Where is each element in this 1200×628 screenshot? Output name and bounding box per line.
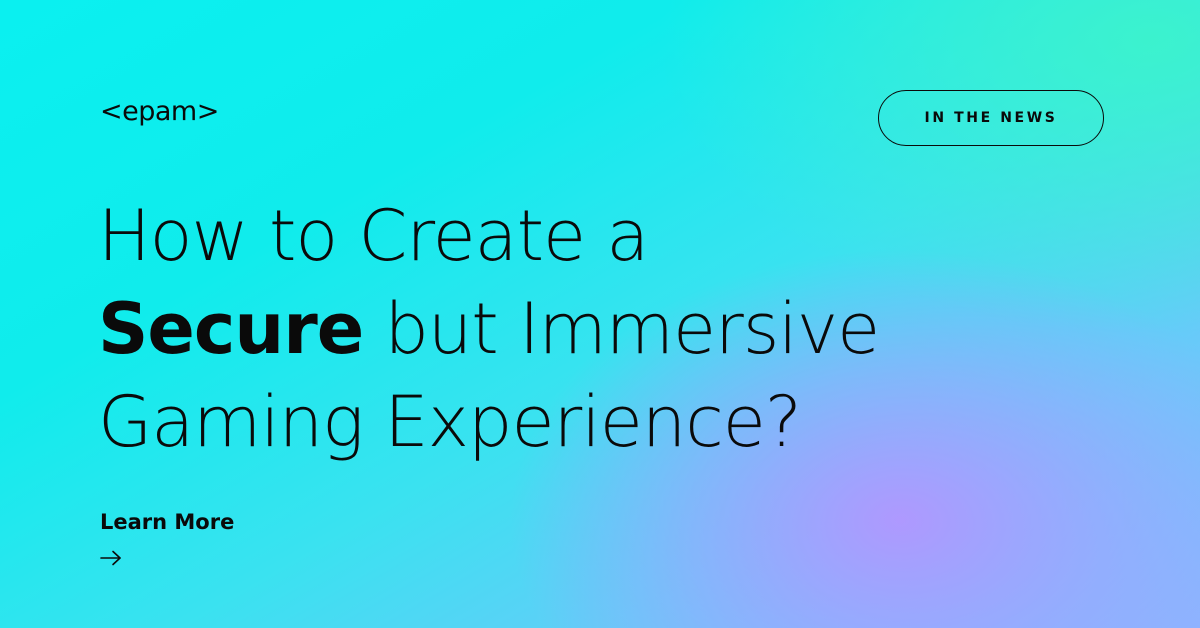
headline-line-2: Secure but Immersive (98, 283, 880, 376)
headline: How to Create a Secure but Immersive Gam… (98, 190, 880, 469)
in-the-news-badge: IN THE NEWS (878, 90, 1104, 146)
epam-logo: <epam> (100, 96, 219, 127)
headline-line-2-rest: but Immersive (363, 288, 880, 370)
headline-line-1: How to Create a (98, 195, 649, 277)
arrow-right-icon[interactable] (100, 550, 122, 566)
learn-more-link[interactable]: Learn More (100, 510, 234, 534)
headline-emphasis: Secure (98, 288, 364, 370)
headline-line-3: Gaming Experience? (98, 381, 802, 463)
